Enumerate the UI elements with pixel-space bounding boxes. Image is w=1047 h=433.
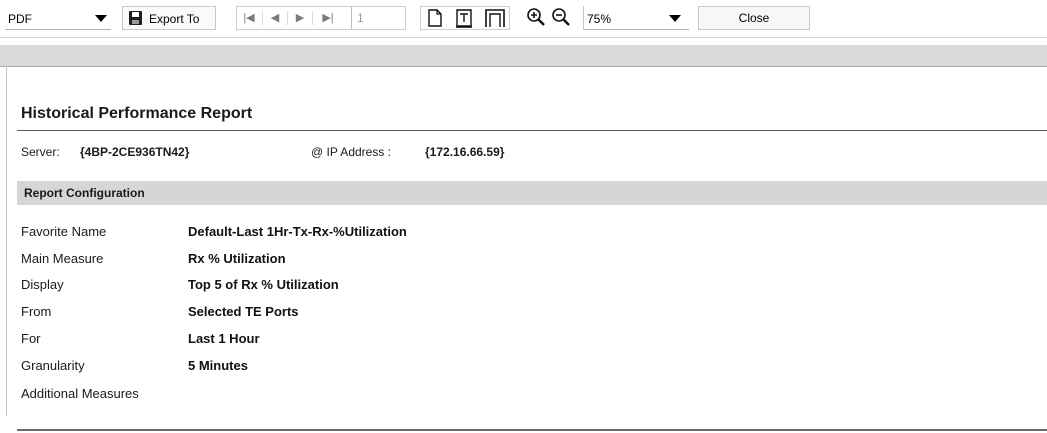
report-configuration-header: Report Configuration [17,181,1047,205]
floppy-disk-icon [129,11,142,25]
page-number-input[interactable]: 1 [351,7,405,29]
zoom-in-icon[interactable] [526,7,546,27]
page-with-header-icon[interactable] [455,9,473,28]
config-row: Favorite Name Default-Last 1Hr-Tx-Rx-%Ut… [21,224,721,244]
report-viewer: PDF Export To |◀ ◀ ▶ ▶| 1 75% Close Hist… [0,0,1047,433]
zoom-level-select[interactable]: 75% [583,6,689,30]
config-row: For Last 1 Hour [21,331,721,351]
page-number-value: 1 [357,11,364,25]
config-value: Last 1 Hour [188,331,260,346]
config-label: Granularity [21,358,85,373]
last-page-icon[interactable]: ▶| [319,10,337,26]
report-configuration-title: Report Configuration [24,186,145,200]
config-label: Favorite Name [21,224,107,239]
config-row: Additional Measures [21,386,721,406]
page-navigation: |◀ ◀ ▶ ▶| 1 [236,6,406,30]
previous-page-icon[interactable]: ◀ [266,10,284,26]
dropdown-arrow-icon [95,15,107,22]
nav-divider [312,11,313,25]
report-title: Historical Performance Report [21,105,253,122]
config-value: 5 Minutes [188,358,248,373]
dropdown-arrow-icon [669,15,681,22]
config-value: Top 5 of Rx % Utilization [188,277,339,292]
export-button[interactable]: Export To [122,6,216,30]
server-label: Server: [21,145,60,159]
config-label: For [21,331,41,346]
nav-divider [287,11,288,25]
config-label: Display [21,277,64,292]
nav-divider [262,11,263,25]
server-value: {4BP-2CE936TN42} [80,145,190,159]
ip-address-value: {172.16.66.59} [425,145,505,159]
close-button[interactable]: Close [698,6,810,30]
config-row: Main Measure Rx % Utilization [21,251,721,271]
config-value: Default-Last 1Hr-Tx-Rx-%Utilization [188,224,407,239]
report-bottom-divider [17,429,1047,431]
first-page-icon[interactable]: |◀ [240,10,258,26]
report-left-border [6,66,7,416]
config-label: Additional Measures [21,386,139,401]
page-with-margins-icon[interactable] [485,9,505,28]
config-row: Display Top 5 of Rx % Utilization [21,277,721,297]
export-format-select[interactable]: PDF [5,6,111,30]
config-label: From [21,304,52,319]
zoom-level-value: 75% [587,12,612,26]
ip-address-label: @ IP Address : [311,145,391,159]
page-view-buttons [420,6,510,30]
config-row: From Selected TE Ports [21,304,721,324]
config-value: Rx % Utilization [188,251,286,266]
next-page-icon[interactable]: ▶ [291,10,309,26]
viewer-group-tree-bar [0,45,1047,67]
config-value: Selected TE Ports [188,304,299,319]
config-row: Granularity 5 Minutes [21,358,721,378]
zoom-out-icon[interactable] [551,7,571,27]
server-value-wrap: {4BP-2CE936TN42} [80,145,189,159]
zoom-buttons [524,6,577,30]
ip-address-value-wrap: {172.16.66.59} [425,145,504,159]
toolbar: PDF Export To |◀ ◀ ▶ ▶| 1 75% Close [0,0,1047,38]
single-page-icon[interactable] [427,9,443,27]
config-label: Main Measure [21,251,104,266]
title-divider [17,130,1047,131]
export-format-value: PDF [8,12,32,26]
export-button-label: Export To [149,12,200,26]
